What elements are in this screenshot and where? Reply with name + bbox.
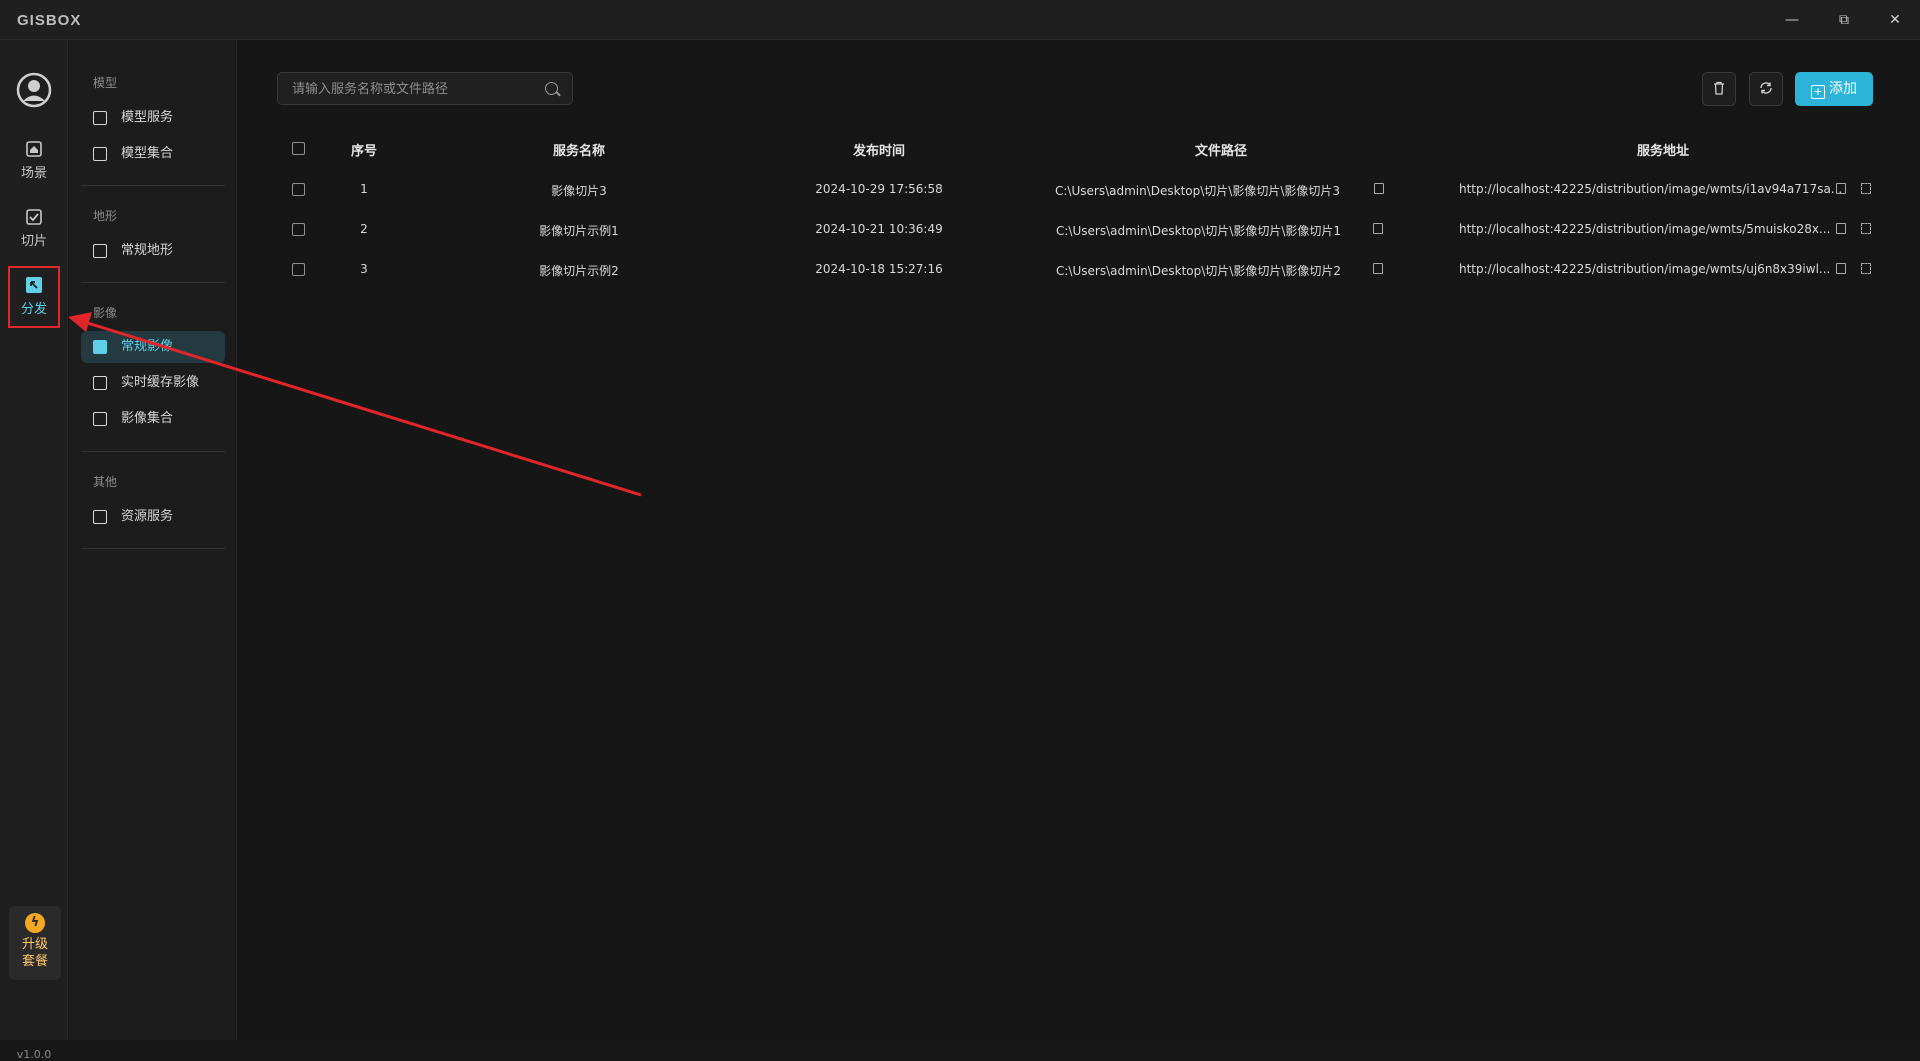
app-logo: GISBOX bbox=[17, 12, 82, 29]
row-file-path: C:\Users\admin\Desktop\切片\影像切片\影像切片3 bbox=[1055, 184, 1341, 198]
version-label: v1.0.0 bbox=[16, 1048, 52, 1061]
row-service-name: 影像切片示例2 bbox=[539, 264, 619, 278]
group-title-imagery: 影像 bbox=[93, 306, 118, 320]
header-service-name: 服务名称 bbox=[552, 144, 606, 159]
rail-item-slice[interactable]: 切片 bbox=[8, 200, 60, 262]
refresh-icon bbox=[1760, 82, 1772, 94]
row-publish-time: 2024-10-21 10:36:49 bbox=[815, 222, 943, 236]
search-input[interactable] bbox=[292, 80, 532, 98]
plus-icon: + bbox=[1811, 85, 1825, 99]
preview-icon[interactable] bbox=[1861, 263, 1871, 274]
header-service-url: 服务地址 bbox=[1636, 144, 1690, 159]
row-publish-time: 2024-10-18 15:27:16 bbox=[815, 262, 943, 276]
copy-icon[interactable] bbox=[1836, 223, 1846, 234]
sidebar-item-label: 常规地形 bbox=[121, 243, 174, 258]
row-service-url: http://localhost:42225/distribution/imag… bbox=[1459, 182, 1843, 196]
divider bbox=[81, 282, 225, 283]
resource-icon bbox=[93, 510, 107, 524]
row-service-url: http://localhost:42225/distribution/imag… bbox=[1459, 222, 1831, 236]
row-service-name: 影像切片3 bbox=[551, 184, 607, 198]
open-folder-icon[interactable] bbox=[1373, 223, 1383, 234]
group-title-terrain: 地形 bbox=[93, 209, 118, 223]
sidebar-item-label: 常规影像 bbox=[121, 339, 174, 354]
imagery-icon bbox=[93, 340, 107, 354]
add-button-label: 添加 bbox=[1829, 81, 1857, 97]
slice-icon bbox=[26, 209, 42, 225]
preview-icon[interactable] bbox=[1861, 223, 1871, 234]
add-button[interactable]: + 添加 bbox=[1795, 72, 1873, 106]
row-checkbox[interactable] bbox=[292, 183, 305, 196]
imagery-icon bbox=[93, 376, 107, 390]
sidebar-item-regular-imagery[interactable]: 常规影像 bbox=[81, 331, 225, 363]
row-index: 1 bbox=[360, 182, 368, 196]
distribute-icon bbox=[26, 277, 42, 293]
title-bar: GISBOX — ⧉ ✕ bbox=[0, 0, 1920, 40]
sidebar-item-label: 实时缓存影像 bbox=[121, 375, 200, 390]
row-checkbox[interactable] bbox=[292, 263, 305, 276]
delete-button[interactable] bbox=[1702, 72, 1736, 106]
maximize-button[interactable]: ⧉ bbox=[1829, 8, 1859, 32]
sidebar-item-realtime-cache-imagery[interactable]: 实时缓存影像 bbox=[81, 367, 225, 399]
row-file-path: C:\Users\admin\Desktop\切片\影像切片\影像切片1 bbox=[1056, 224, 1342, 238]
rail-item-distribute[interactable]: 分发 bbox=[8, 266, 60, 328]
row-index: 2 bbox=[360, 222, 368, 236]
group-title-other: 其他 bbox=[93, 475, 118, 489]
search-icon[interactable] bbox=[545, 82, 558, 95]
open-folder-icon[interactable] bbox=[1374, 183, 1384, 194]
minimize-button[interactable]: — bbox=[1777, 8, 1807, 32]
row-checkbox[interactable] bbox=[292, 223, 305, 236]
rail-label: 分发 bbox=[20, 302, 47, 317]
sidebar-item-terrain[interactable]: 常规地形 bbox=[81, 235, 225, 267]
rail-item-scene[interactable]: 场景 bbox=[8, 132, 60, 194]
copy-icon[interactable] bbox=[1836, 183, 1846, 194]
upgrade-plan-button[interactable]: ϟ 升级 套餐 bbox=[9, 906, 61, 980]
row-index: 3 bbox=[360, 262, 368, 276]
upgrade-line1: 升级 bbox=[21, 937, 48, 952]
home-icon bbox=[26, 141, 42, 157]
sidebar-item-label: 模型服务 bbox=[121, 110, 174, 125]
row-file-path: C:\Users\admin\Desktop\切片\影像切片\影像切片2 bbox=[1056, 264, 1342, 278]
divider bbox=[81, 185, 225, 186]
row-publish-time: 2024-10-29 17:56:58 bbox=[815, 182, 943, 196]
imagery-icon bbox=[93, 412, 107, 426]
row-service-name: 影像切片示例1 bbox=[539, 224, 619, 238]
row-service-url: http://localhost:42225/distribution/imag… bbox=[1459, 262, 1831, 276]
preview-icon[interactable] bbox=[1861, 183, 1871, 194]
sidebar-item-model-service[interactable]: 模型服务 bbox=[81, 102, 225, 134]
sidebar-item-imagery-collection[interactable]: 影像集合 bbox=[81, 403, 225, 435]
close-button[interactable]: ✕ bbox=[1880, 8, 1910, 32]
sidebar-item-label: 资源服务 bbox=[121, 509, 174, 524]
header-file-path: 文件路径 bbox=[1194, 144, 1248, 159]
search-box bbox=[277, 72, 573, 105]
main-content: + 添加 序号 服务名称 发布时间 文件路径 服务地址 1 影像切片3 2024-… bbox=[238, 40, 1920, 1040]
secondary-sidebar: 模型 模型服务 模型集合 地形 常规地形 影像 常规影像 实时缓存影像 影像集合… bbox=[69, 40, 237, 1040]
rail-label: 场景 bbox=[20, 166, 47, 181]
sidebar-item-model-collection[interactable]: 模型集合 bbox=[81, 138, 225, 170]
lightning-icon: ϟ bbox=[25, 913, 45, 933]
divider bbox=[81, 451, 225, 452]
copy-icon[interactable] bbox=[1836, 263, 1846, 274]
select-all-checkbox[interactable] bbox=[292, 142, 305, 155]
header-index: 序号 bbox=[350, 144, 378, 159]
trash-icon bbox=[1714, 81, 1724, 95]
left-rail: 场景 切片 分发 ϟ 升级 套餐 v1.0.0 bbox=[0, 40, 68, 1061]
upgrade-line2: 套餐 bbox=[21, 954, 48, 969]
refresh-button[interactable] bbox=[1749, 72, 1783, 106]
open-folder-icon[interactable] bbox=[1373, 263, 1383, 274]
rail-label: 切片 bbox=[20, 234, 47, 249]
sidebar-item-label: 模型集合 bbox=[121, 146, 174, 161]
sidebar-item-resource-service[interactable]: 资源服务 bbox=[81, 501, 225, 533]
model-icon bbox=[93, 147, 107, 161]
header-publish-time: 发布时间 bbox=[852, 144, 906, 159]
model-icon bbox=[93, 111, 107, 125]
divider bbox=[81, 548, 225, 549]
user-avatar-icon[interactable] bbox=[16, 72, 52, 108]
sidebar-item-label: 影像集合 bbox=[121, 411, 174, 426]
group-title-model: 模型 bbox=[93, 76, 118, 90]
terrain-icon bbox=[93, 244, 107, 258]
